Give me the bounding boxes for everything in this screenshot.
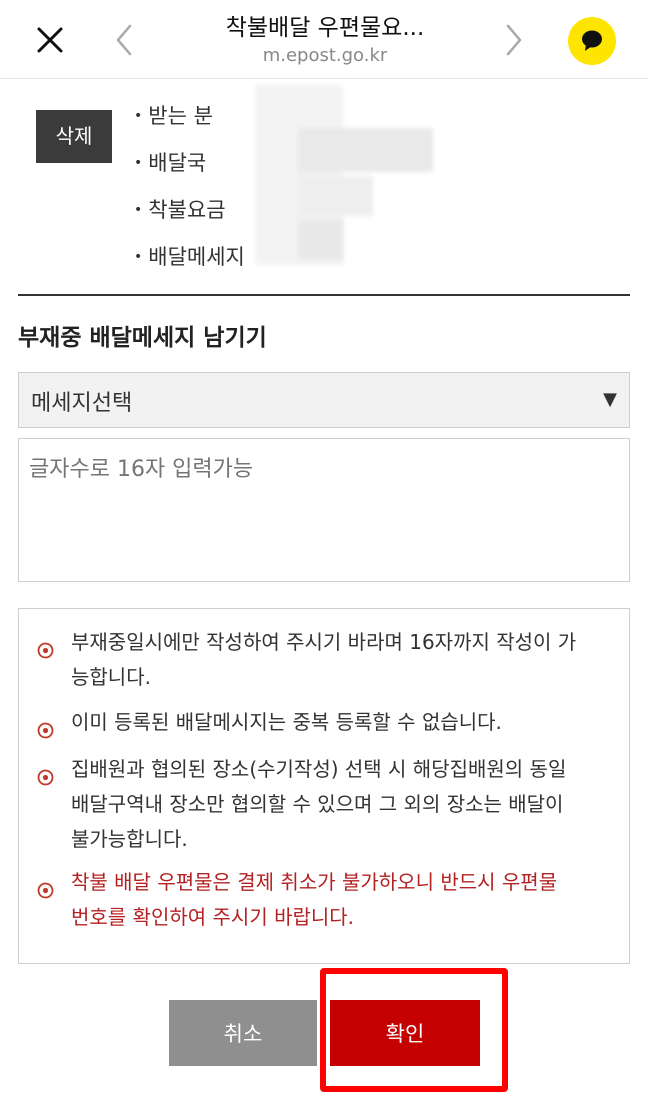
delete-button[interactable]: 삭제: [36, 110, 112, 163]
message-select[interactable]: 메세지선택 ▼: [18, 372, 630, 428]
bullet-icon: •: [134, 108, 143, 124]
section-divider: [18, 294, 630, 296]
select-value: 메세지선택: [31, 391, 133, 416]
info-item-fee: • 착불요금: [134, 194, 226, 224]
page-title-block: 착불배달 우편물요... m.epost.go.kr: [170, 12, 480, 68]
section-title: 부재중 배달메세지 남기기: [18, 325, 267, 351]
notice-item: 부재중일시에만 작성하여 주시기 바라며 16자까지 작성이 가 능합니다.: [37, 625, 617, 695]
notice-line: 착불 배달 우편물은 결제 취소가 불가하오니 반드시 우편물: [71, 870, 558, 894]
notice-line: 집배원과 협의된 장소(수기작성) 선택 시 해당집배원의 동일: [71, 757, 567, 781]
notice-line: 번호를 확인하여 주시기 바랍니다.: [71, 905, 355, 929]
notice-item: 집배원과 협의된 장소(수기작성) 선택 시 해당집배원의 동일 배달구역내 장…: [37, 752, 617, 857]
notice-box: 부재중일시에만 작성하여 주시기 바라며 16자까지 작성이 가 능합니다. 이…: [18, 608, 630, 964]
notice-item-warning: 착불 배달 우편물은 결제 취소가 불가하오니 반드시 우편물 번호를 확인하여…: [37, 865, 617, 935]
info-label-fee: 착불요금: [148, 198, 226, 222]
notice-line: 부재중일시에만 작성하여 주시기 바라며 16자까지 작성이 가: [71, 630, 577, 654]
info-item-message: • 배달메세지: [134, 241, 245, 271]
eye-bullet-icon: [37, 762, 54, 786]
bullet-icon: •: [134, 155, 143, 171]
redacted-value: [298, 176, 373, 216]
info-item-post-office: • 배달국: [134, 147, 206, 177]
notice-line: 능합니다.: [71, 665, 151, 689]
close-icon[interactable]: [30, 20, 70, 60]
message-textarea[interactable]: [18, 438, 630, 582]
chevron-right-icon[interactable]: [498, 20, 530, 60]
dropdown-arrow-icon: ▼: [603, 389, 617, 410]
redacted-value: [298, 128, 433, 172]
eye-bullet-icon: [37, 635, 54, 659]
info-label-post-office: 배달국: [148, 151, 207, 175]
redacted-value: [298, 220, 343, 260]
notice-line: 배달구역내 장소만 협의할 수 있으며 그 외의 장소는 배달이: [71, 792, 564, 816]
cancel-button[interactable]: 취소: [169, 1000, 317, 1066]
notice-line: 이미 등록된 배달메시지는 중복 등록할 수 없습니다.: [71, 710, 502, 734]
bullet-icon: •: [134, 202, 143, 218]
info-label-recipient: 받는 분: [148, 104, 213, 128]
browser-top-bar: 착불배달 우편물요... m.epost.go.kr: [0, 0, 648, 79]
info-item-recipient: • 받는 분: [134, 100, 213, 130]
notice-line: 불가능합니다.: [71, 827, 188, 851]
bullet-icon: •: [134, 249, 143, 265]
chevron-left-icon[interactable]: [108, 20, 140, 60]
page-title: 착불배달 우편물요...: [225, 15, 425, 41]
eye-bullet-icon: [37, 875, 54, 899]
info-label-message: 배달메세지: [148, 245, 245, 269]
confirm-button[interactable]: 확인: [330, 1000, 480, 1066]
notice-item: 이미 등록된 배달메시지는 중복 등록할 수 없습니다.: [37, 705, 617, 740]
eye-bullet-icon: [37, 715, 54, 739]
page-url: m.epost.go.kr: [262, 45, 388, 66]
kakaotalk-icon[interactable]: [568, 17, 616, 65]
